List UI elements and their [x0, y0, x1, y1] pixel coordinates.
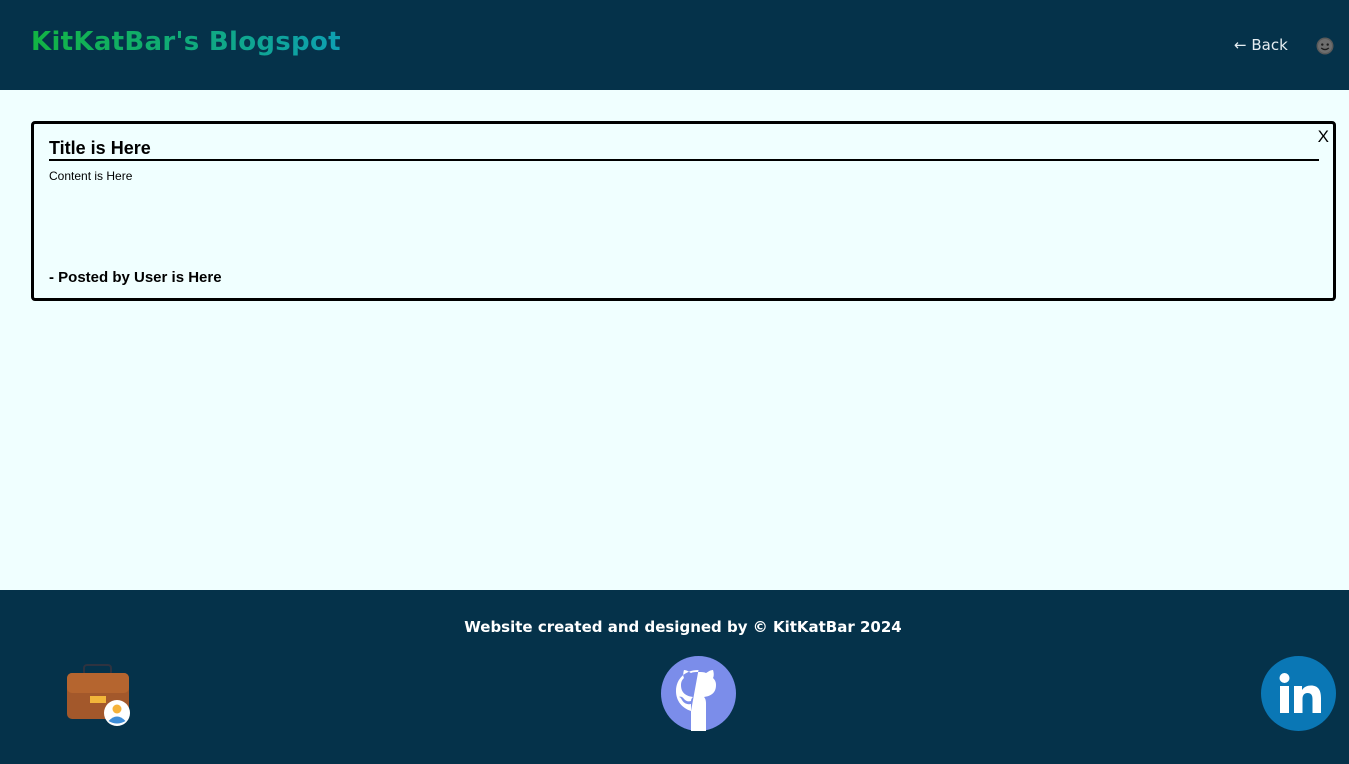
site-title[interactable]: KitKatBar's Blogspot [31, 27, 341, 57]
footer-credit: Website created and designed by © KitKat… [464, 618, 902, 636]
post-card: X Title is Here Content is Here - Posted… [31, 121, 1336, 301]
post-author: - Posted by User is Here [49, 269, 222, 286]
back-link[interactable]: ← Back [1234, 36, 1288, 54]
site-header: KitKatBar's Blogspot ← Back [0, 0, 1349, 90]
user-avatar-icon[interactable] [1316, 37, 1334, 55]
site-footer: Website created and designed by © KitKat… [0, 590, 1349, 764]
post-content: Content is Here [49, 169, 133, 183]
portfolio-briefcase-icon[interactable] [66, 663, 130, 727]
post-title: Title is Here [49, 138, 1319, 161]
linkedin-icon[interactable] [1261, 656, 1336, 731]
close-button[interactable]: X [1318, 127, 1329, 147]
github-icon[interactable] [661, 656, 736, 731]
